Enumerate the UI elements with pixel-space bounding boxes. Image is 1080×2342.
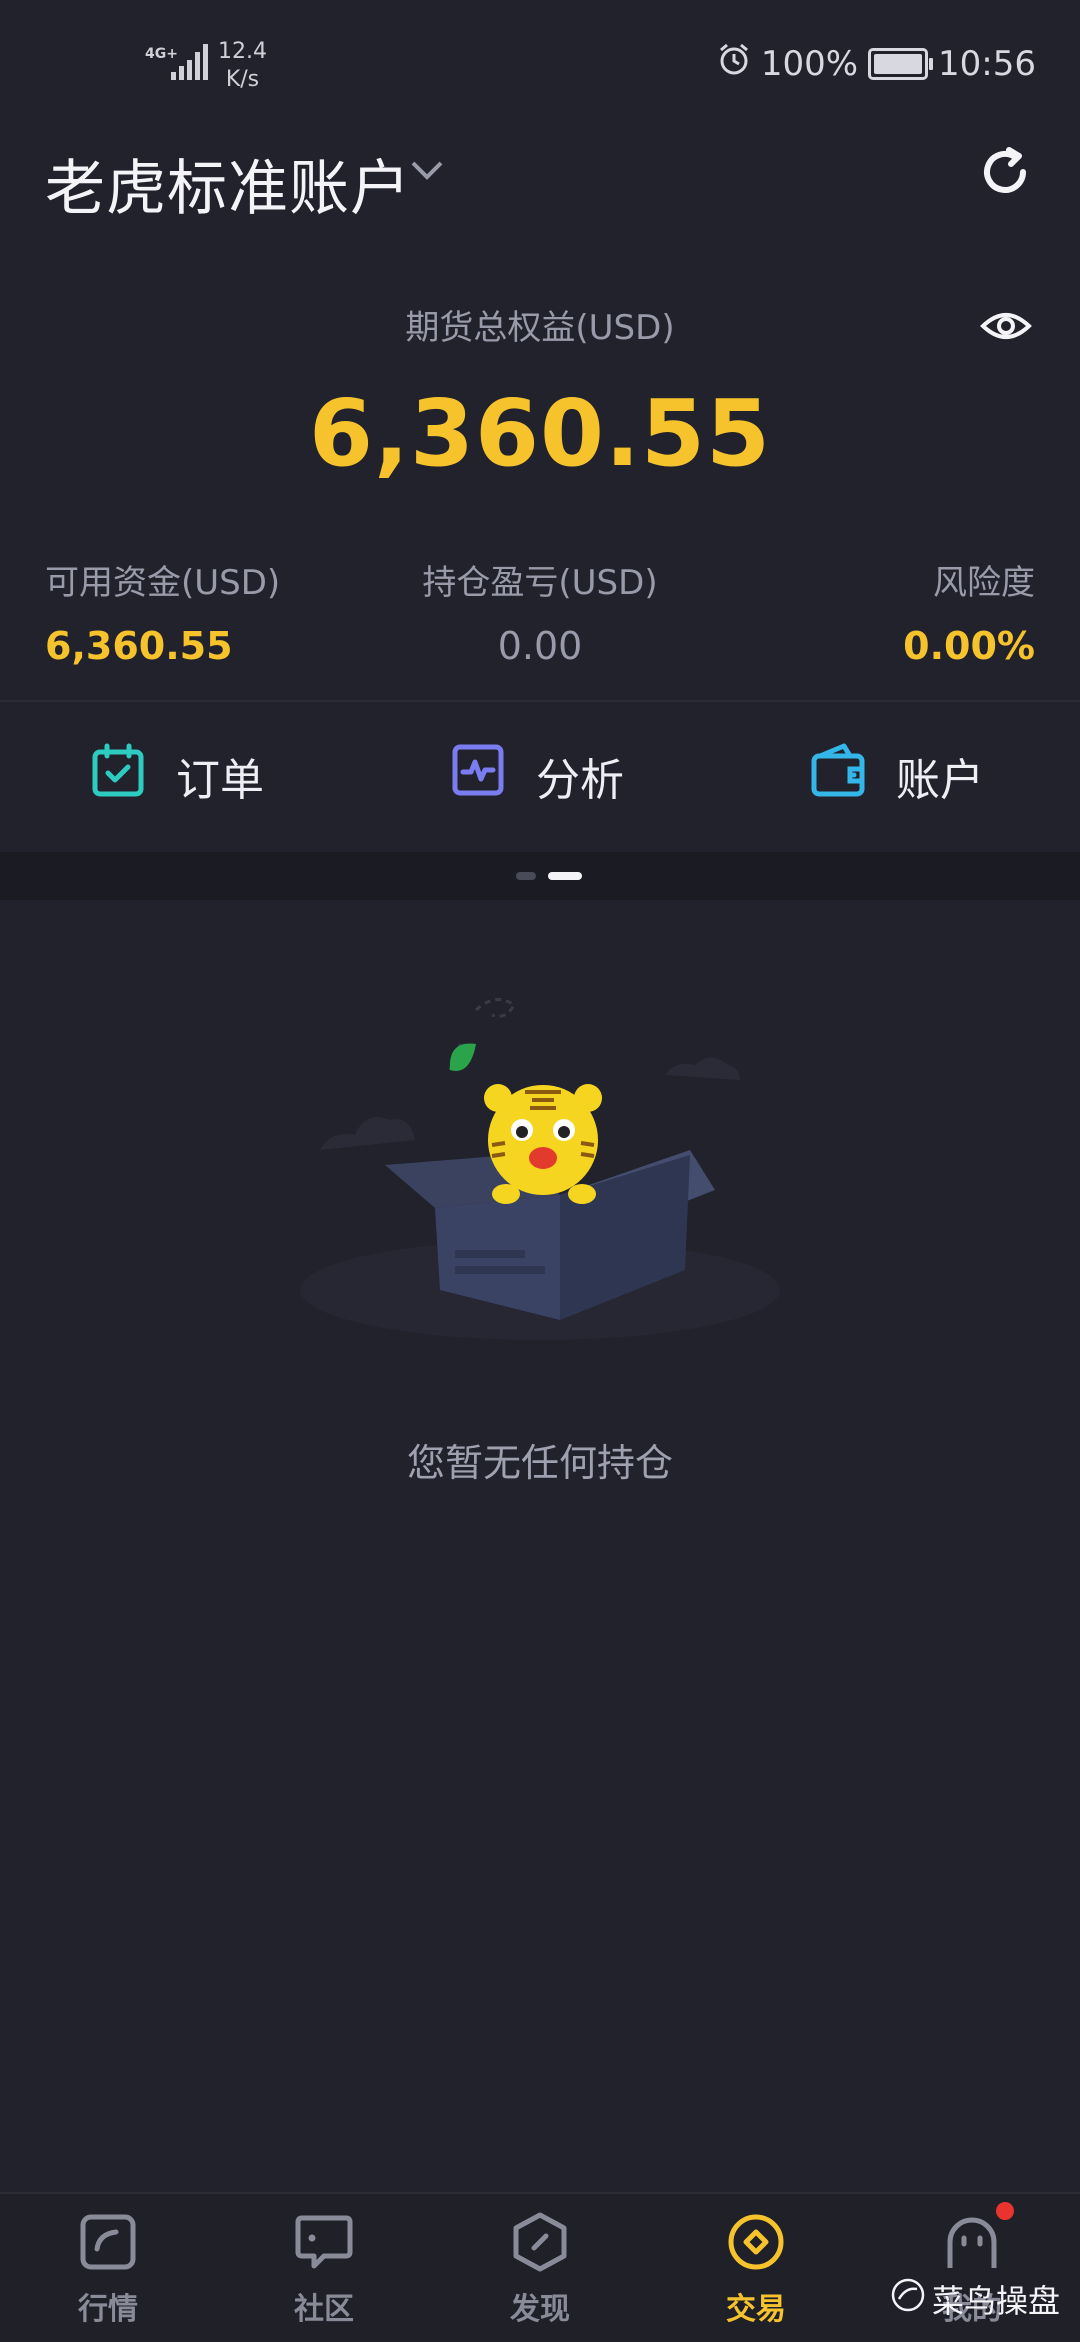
watermark-logo-icon [890, 2277, 926, 2321]
tab-market[interactable]: 行情 [0, 2212, 216, 2328]
network-type: 4G+ [145, 46, 178, 62]
account-stats: 可用资金(USD) 6,360.55 持仓盈亏(USD) 0.00 风险度 0.… [0, 555, 1080, 685]
account-header: 老虎标准账户 [0, 130, 1080, 230]
stat-label: 风险度 [933, 563, 1035, 603]
equity-value: 6,360.55 [309, 380, 771, 487]
stat-risk: 风险度 0.00% [903, 555, 1035, 668]
calendar-check-icon [90, 742, 146, 809]
speed-value: 12.4 [218, 39, 267, 64]
tab-community[interactable]: 社区 [216, 2212, 432, 2328]
status-right: 100% 10:56 [717, 42, 1036, 85]
alarm-icon [717, 42, 751, 85]
clock: 10:56 [938, 43, 1036, 84]
shortcut-analysis[interactable]: 分析 [450, 742, 624, 809]
tab-label: 交易 [726, 2292, 786, 2327]
page-dot-active [548, 872, 582, 880]
eye-icon[interactable] [980, 300, 1032, 356]
page-indicator [0, 852, 1080, 900]
page-dot [516, 872, 536, 880]
watermark: 菜鸟操盘 [890, 2276, 1060, 2322]
tab-label: 行情 [78, 2292, 138, 2327]
battery-percent: 100% [760, 43, 859, 84]
signal-icon: 4G+ [145, 42, 211, 86]
profile-icon [942, 2217, 1002, 2276]
compass-icon [510, 2212, 570, 2276]
shortcut-label: 订单 [176, 754, 264, 806]
chat-icon [294, 2215, 354, 2276]
shortcut-row: 订单 分析 账户 [0, 702, 1080, 850]
shortcut-orders[interactable]: 订单 [90, 742, 264, 809]
empty-box-tiger-illustration [270, 980, 810, 1340]
status-bar: 4G+ 12.4 K/s 100% 10:56 [0, 0, 1080, 130]
trade-icon [726, 2214, 786, 2276]
equity-label: 期货总权益(USD) [405, 308, 675, 348]
speed-unit: K/s [225, 67, 260, 92]
chevron-down-icon[interactable] [410, 160, 444, 186]
pulse-chart-icon [450, 742, 506, 809]
tab-trade[interactable]: 交易 [648, 2212, 864, 2328]
shortcut-label: 账户 [896, 754, 984, 806]
empty-state-message: 您暂无任何持仓 [406, 1441, 673, 1485]
stat-value: 0.00% [903, 624, 1035, 668]
tab-discover[interactable]: 发现 [432, 2212, 648, 2328]
watermark-text: 菜鸟操盘 [931, 2282, 1060, 2320]
network-speed: 12.4 K/s [218, 38, 267, 94]
battery-icon [868, 47, 934, 80]
notification-badge [996, 2202, 1014, 2220]
tab-label: 社区 [294, 2292, 354, 2327]
shortcut-label: 分析 [536, 754, 624, 806]
refresh-icon[interactable] [975, 142, 1035, 202]
chart-icon [78, 2214, 138, 2276]
tab-label: 发现 [510, 2292, 570, 2327]
wallet-icon [810, 742, 866, 809]
account-selector[interactable]: 老虎标准账户 [45, 140, 411, 227]
shortcut-account[interactable]: 账户 [810, 742, 984, 809]
